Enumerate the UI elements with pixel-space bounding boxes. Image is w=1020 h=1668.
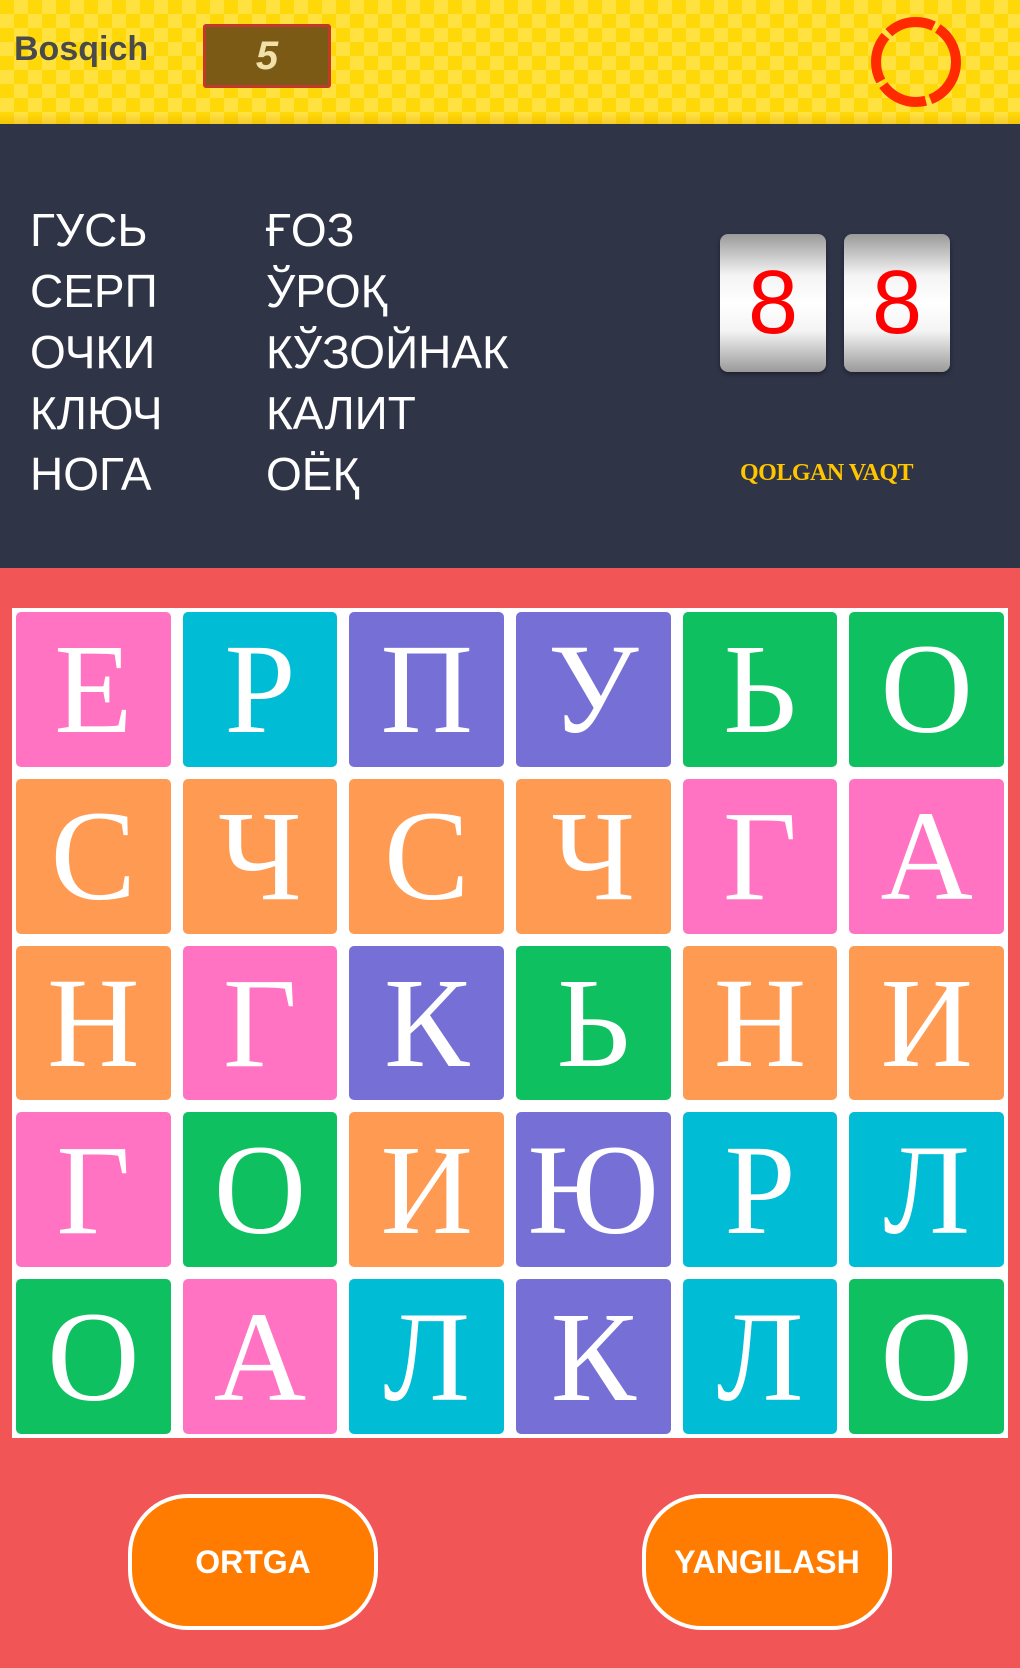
letter-tile[interactable]: Е bbox=[16, 612, 171, 767]
letter-tile[interactable]: Ь bbox=[682, 612, 838, 767]
letter-grid: ЕРПУЬОСЧСЧГАНГКЬНИГОИЮРЛОАЛКЛО bbox=[12, 608, 1008, 1438]
letter-tile[interactable]: Л bbox=[849, 1112, 1004, 1268]
letter-tile[interactable]: Ч bbox=[182, 778, 338, 934]
word-item: КЛЮЧ bbox=[30, 387, 163, 439]
countdown-timer: 8 8 bbox=[720, 234, 950, 372]
letter-tile[interactable]: О bbox=[16, 1279, 171, 1434]
letter-tile[interactable]: С bbox=[349, 778, 504, 934]
letter-tile[interactable]: Л bbox=[682, 1279, 838, 1434]
word-list-left: ГУСЬ СЕРП ОЧКИ КЛЮЧ НОГА bbox=[30, 200, 163, 505]
word-item: ОЁҚ bbox=[266, 448, 360, 500]
letter-tile[interactable]: Л bbox=[349, 1279, 504, 1434]
letter-tile[interactable]: О bbox=[849, 1279, 1004, 1434]
word-item: СЕРП bbox=[30, 265, 158, 317]
letter-tile[interactable]: Р bbox=[682, 1112, 838, 1268]
letter-tile[interactable]: П bbox=[349, 612, 504, 767]
top-bar: Bosqich 5 bbox=[0, 0, 1020, 124]
word-item: КЎЗОЙНАК bbox=[266, 326, 509, 378]
timer-label: QOLGAN VAQT bbox=[740, 460, 914, 486]
timer-digit: 8 bbox=[720, 234, 826, 372]
letter-tile[interactable]: А bbox=[182, 1279, 338, 1434]
word-list-right: ҒОЗ ЎРОҚ КЎЗОЙНАК КАЛИТ ОЁҚ bbox=[266, 200, 509, 505]
letter-tile[interactable]: О bbox=[182, 1112, 338, 1268]
level-label: Bosqich bbox=[14, 30, 149, 68]
refresh-button[interactable]: YANGILASH bbox=[642, 1494, 892, 1630]
word-item: ГУСЬ bbox=[30, 204, 148, 256]
timer-digit: 8 bbox=[844, 234, 950, 372]
letter-tile[interactable]: Ю bbox=[516, 1112, 671, 1268]
ring-icon[interactable] bbox=[866, 12, 966, 112]
letter-tile[interactable]: Ь bbox=[516, 945, 671, 1101]
letter-tile[interactable]: Г bbox=[182, 945, 338, 1101]
letter-tile[interactable]: У bbox=[516, 612, 671, 767]
letter-tile[interactable]: И bbox=[349, 1112, 504, 1268]
letter-tile[interactable]: Н bbox=[16, 945, 171, 1101]
word-panel: ГУСЬ СЕРП ОЧКИ КЛЮЧ НОГА ҒОЗ ЎРОҚ КЎЗОЙН… bbox=[0, 124, 1020, 568]
level-badge: 5 bbox=[203, 24, 331, 88]
letter-tile[interactable]: Г bbox=[682, 778, 838, 934]
word-item: ЎРОҚ bbox=[266, 265, 388, 317]
letter-tile[interactable]: Г bbox=[16, 1112, 171, 1268]
letter-grid-cells: ЕРПУЬОСЧСЧГАНГКЬНИГОИЮРЛОАЛКЛО bbox=[16, 612, 1004, 1434]
letter-tile[interactable]: Р bbox=[182, 612, 338, 767]
letter-tile[interactable]: К bbox=[349, 945, 504, 1101]
back-button[interactable]: ORTGA bbox=[128, 1494, 378, 1630]
letter-tile[interactable]: О bbox=[849, 612, 1004, 767]
word-item: КАЛИТ bbox=[266, 387, 416, 439]
letter-tile[interactable]: К bbox=[516, 1279, 671, 1434]
word-item: ҒОЗ bbox=[266, 204, 355, 256]
letter-tile[interactable]: А bbox=[849, 778, 1004, 934]
word-item: ОЧКИ bbox=[30, 326, 156, 378]
letter-tile[interactable]: И bbox=[849, 945, 1004, 1101]
letter-tile[interactable]: С bbox=[16, 778, 171, 934]
word-item: НОГА bbox=[30, 448, 152, 500]
letter-tile[interactable]: Н bbox=[682, 945, 838, 1101]
letter-tile[interactable]: Ч bbox=[516, 778, 671, 934]
